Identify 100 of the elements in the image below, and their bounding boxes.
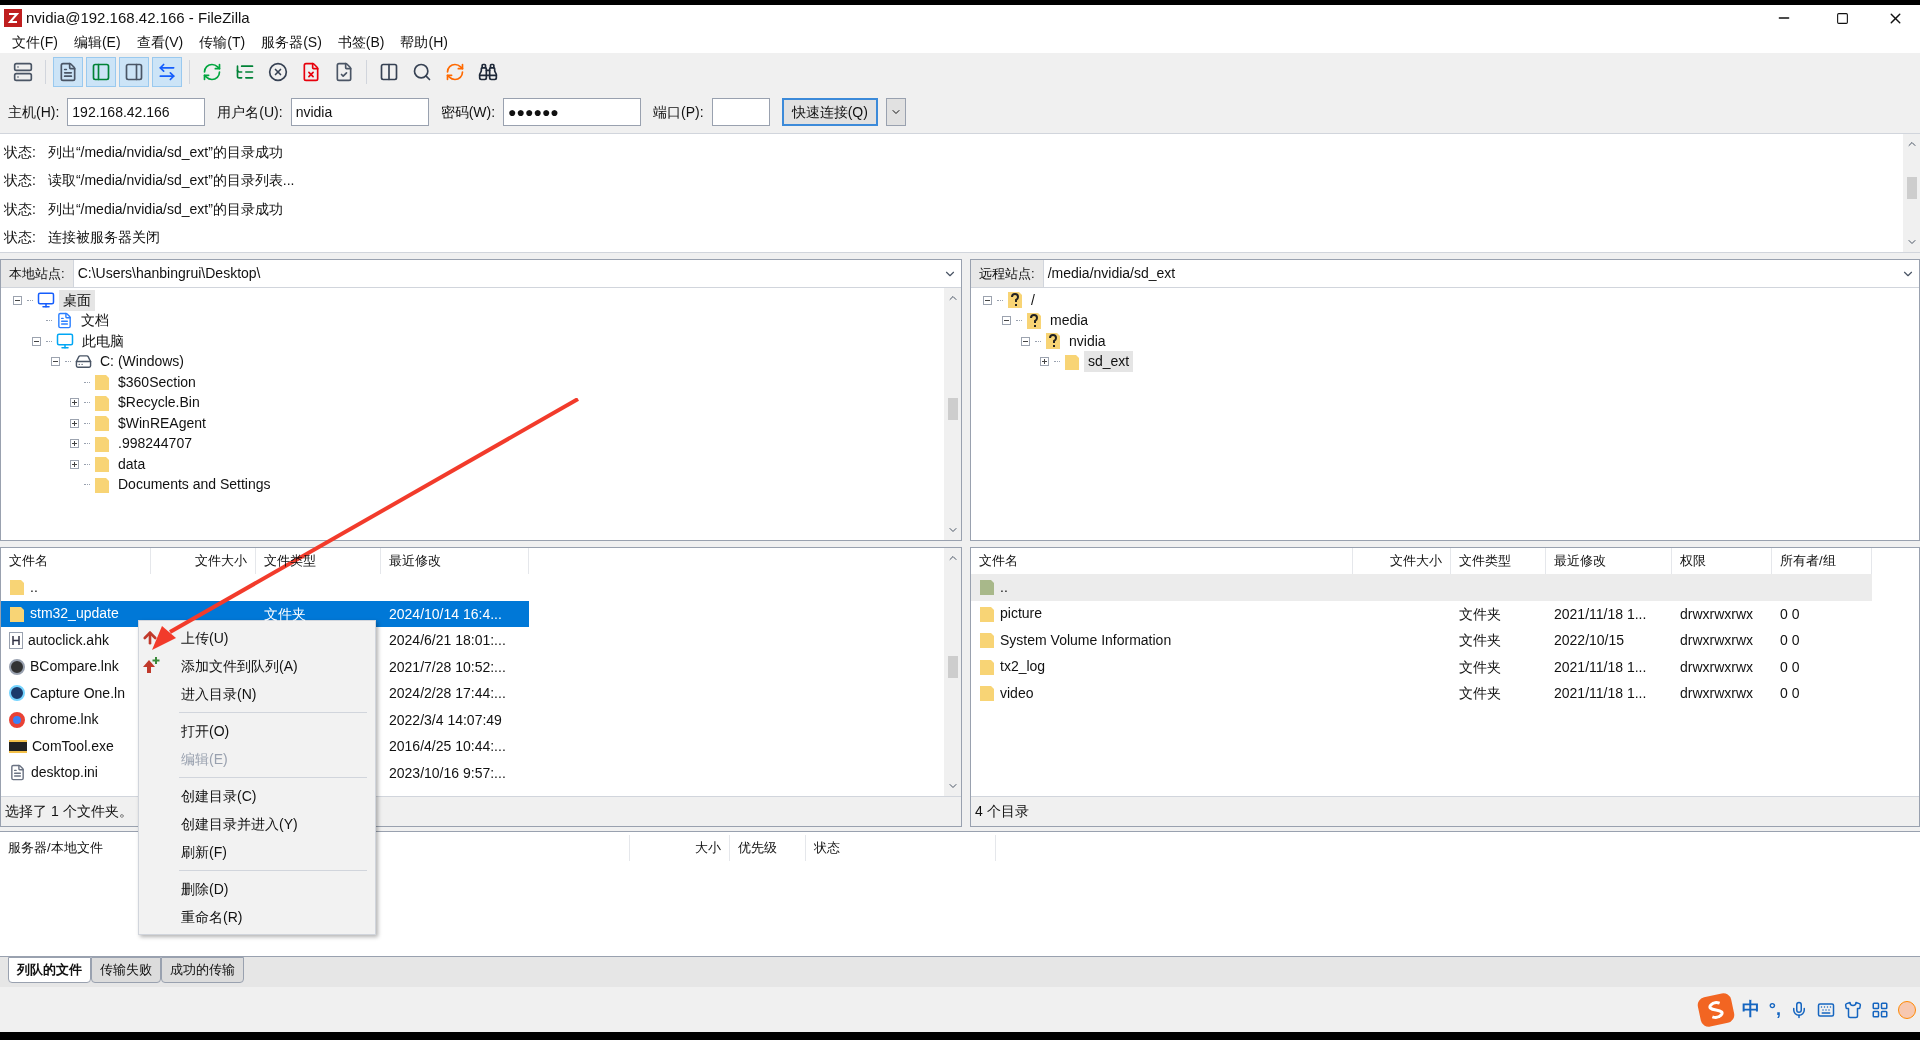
- collapse-toggle[interactable]: [1001, 316, 1011, 326]
- shirt-icon[interactable]: [1844, 1000, 1862, 1019]
- tree-item[interactable]: $Recycle.Bin: [114, 392, 204, 414]
- menu-item[interactable]: 删除(D): [181, 878, 229, 900]
- file-modified: 2022/3/4 14:07:49: [389, 711, 502, 728]
- menu-item[interactable]: 帮助(H): [392, 31, 456, 53]
- tree-item[interactable]: $WinREAgent: [114, 412, 210, 434]
- file-name[interactable]: chrome.lnk: [30, 709, 99, 731]
- grid-icon[interactable]: [1871, 1000, 1889, 1019]
- column-header[interactable]: 优先级: [730, 835, 806, 861]
- input-field[interactable]: nvidia: [290, 98, 429, 126]
- tree-item[interactable]: nvidia: [1065, 330, 1110, 352]
- expand-toggle[interactable]: [69, 418, 79, 428]
- toolbar-button[interactable]: [53, 57, 83, 87]
- file-row[interactable]: video 文件夹 2021/11/18 1... drwxrwxrwx 0 0: [971, 680, 1872, 707]
- collapse-toggle[interactable]: [982, 295, 992, 305]
- tree-item[interactable]: /: [1027, 289, 1039, 311]
- monitor-icon: [37, 291, 55, 310]
- tree-item[interactable]: $360Section: [114, 371, 200, 393]
- folder-icon: [979, 578, 995, 597]
- tree-item[interactable]: Documents and Settings: [114, 474, 275, 496]
- menu-item[interactable]: 创建目录(C): [181, 785, 257, 807]
- file-name[interactable]: ComTool.exe: [32, 735, 114, 757]
- log-label: 状态:: [4, 142, 36, 162]
- menu-item[interactable]: 创建目录并进入(Y): [181, 813, 298, 835]
- microphone-icon[interactable]: [1790, 1000, 1808, 1019]
- expand-toggle[interactable]: [69, 398, 79, 408]
- column-header[interactable]: 文件大小: [151, 548, 256, 574]
- tab[interactable]: 成功的传输: [161, 957, 244, 983]
- menu-item[interactable]: 打开(O): [181, 720, 230, 742]
- swap-arrows-icon: [157, 62, 177, 82]
- window-title: nvidia@192.168.42.166 - FileZilla: [26, 7, 250, 28]
- menu-item[interactable]: 重命名(R): [181, 906, 243, 928]
- collapse-toggle[interactable]: [12, 295, 22, 305]
- ime-toggle[interactable]: °,: [1768, 996, 1781, 1023]
- menu-item[interactable]: 上传(U): [181, 627, 229, 649]
- expand-toggle[interactable]: [69, 439, 79, 449]
- scrollbar[interactable]: [944, 288, 961, 540]
- column-header[interactable]: 状态: [806, 835, 996, 861]
- tree-item[interactable]: C: (Windows): [96, 351, 188, 373]
- file-type: 文件夹: [264, 605, 306, 622]
- collapse-toggle[interactable]: [50, 357, 60, 367]
- file-name: ..: [1000, 577, 1008, 597]
- scroll-thumb[interactable]: [947, 655, 958, 678]
- file-name[interactable]: BCompare.lnk: [30, 656, 119, 678]
- menu-item[interactable]: 查看(V): [128, 31, 192, 53]
- file-name[interactable]: autoclick.ahk: [28, 629, 109, 651]
- field-label: 主机(H):: [8, 102, 60, 122]
- expand-toggle[interactable]: [69, 459, 79, 469]
- tree-item[interactable]: 文档: [77, 310, 113, 332]
- menu-item[interactable]: 进入目录(N): [181, 683, 257, 705]
- column-header[interactable]: 最近修改: [381, 548, 529, 574]
- ime-toggle[interactable]: 中: [1741, 996, 1760, 1023]
- tab[interactable]: 列队的文件: [8, 957, 91, 983]
- file-row[interactable]: System Volume Information 文件夹 2022/10/15 drwxrwxrwx 0 0: [971, 627, 1872, 654]
- tree-item[interactable]: sd_ext: [1084, 351, 1134, 373]
- keyboard-icon[interactable]: [1817, 1000, 1835, 1019]
- input-field[interactable]: ●●●●●●: [503, 98, 642, 126]
- quickconnect-button[interactable]: 快速连接(Q): [781, 98, 878, 126]
- toolbar-button[interactable]: [119, 57, 149, 87]
- tab[interactable]: 传输失败: [91, 957, 161, 983]
- menu-item[interactable]: 传输(T): [191, 31, 254, 53]
- file-name[interactable]: ..: [30, 576, 38, 598]
- menu-item[interactable]: 添加文件到队列(A): [181, 655, 298, 677]
- tree-item[interactable]: 此电脑: [78, 330, 128, 352]
- input-field[interactable]: 192.168.42.166: [67, 98, 206, 126]
- app-icon: [9, 685, 25, 702]
- path-field[interactable]: C:\Users\hanbingrui\Desktop\: [73, 260, 961, 287]
- file-name[interactable]: Capture One.ln: [30, 682, 125, 704]
- menu-item[interactable]: 刷新(F): [181, 841, 227, 863]
- menu-item[interactable]: 文件(F): [4, 31, 66, 53]
- scroll-thumb[interactable]: [947, 397, 958, 420]
- file-row[interactable]: tx2_log 文件夹 2021/11/18 1... drwxrwxrwx 0 0: [971, 653, 1872, 680]
- tree-item[interactable]: media: [1046, 310, 1093, 332]
- collapse-toggle[interactable]: [31, 336, 41, 346]
- menu-item[interactable]: 服务器(S): [253, 31, 330, 53]
- file-name[interactable]: desktop.ini: [31, 762, 98, 784]
- scroll-thumb[interactable]: [1906, 176, 1917, 199]
- scrollbar[interactable]: [1903, 134, 1920, 252]
- restore-icon[interactable]: [1836, 11, 1849, 25]
- tree-item[interactable]: data: [114, 453, 150, 475]
- file-row[interactable]: ..: [971, 574, 1872, 601]
- collapse-toggle[interactable]: [1020, 336, 1030, 346]
- tree-item[interactable]: 桌面: [59, 289, 95, 311]
- menu-item[interactable]: 书签(B): [329, 31, 393, 53]
- expand-toggle[interactable]: [1039, 357, 1049, 367]
- scrollbar[interactable]: [944, 548, 961, 796]
- field-label: 用户名(U):: [217, 102, 283, 122]
- file-type: 文件夹: [1459, 605, 1501, 622]
- dropdown-button[interactable]: [885, 98, 906, 126]
- column-header[interactable]: 大小: [630, 835, 730, 861]
- file-name[interactable]: stm32_update: [30, 603, 119, 625]
- site-label: 本地站点:: [1, 260, 74, 287]
- directory-count: 4 个目录: [975, 802, 1029, 821]
- column-header[interactable]: 文件名: [1, 548, 151, 574]
- file-row[interactable]: picture 文件夹 2021/11/18 1... drwxrwxrwx 0 0: [971, 600, 1872, 627]
- tree-item[interactable]: .998244707: [114, 433, 196, 455]
- menu-item[interactable]: 编辑(E): [65, 31, 129, 53]
- path-field[interactable]: /media/nvidia/sd_ext: [1043, 260, 1919, 287]
- input-field[interactable]: [711, 98, 770, 126]
